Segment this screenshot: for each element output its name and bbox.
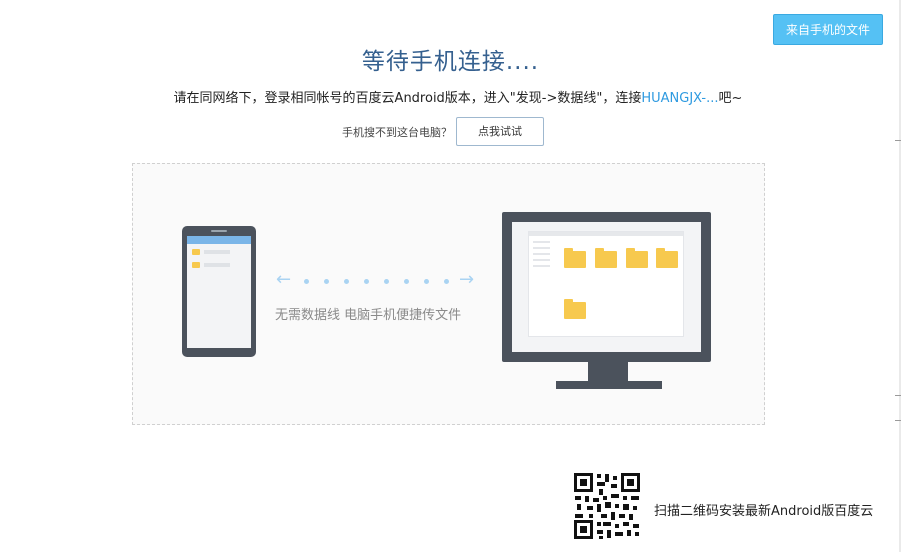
device-name-link[interactable]: HUANGJX-...: [641, 91, 718, 106]
help-question: 手机搜不到这台电脑？: [342, 125, 452, 139]
edge-tick: [895, 420, 901, 421]
monitor-base: [556, 381, 662, 389]
illustration-caption: 无需数据线 电脑手机便捷传文件: [275, 308, 462, 323]
folder-icon: [192, 249, 200, 255]
file-line: [204, 250, 230, 254]
connection-instructions: 请在同网络下，登录相同帐号的百度云Android版本，进入"发现->数据线"，连…: [0, 87, 901, 106]
sidebar-line: [533, 241, 550, 243]
dot: [404, 279, 409, 284]
monitor-screen: [512, 222, 701, 352]
sidebar-line: [533, 253, 550, 255]
folder-icon: [626, 248, 648, 268]
dot: [304, 279, 309, 284]
folder-icon: [595, 248, 617, 268]
dot: [324, 279, 329, 284]
dot: [344, 279, 349, 284]
sidebar-line: [533, 247, 550, 249]
dot: [424, 279, 429, 284]
page-title: 等待手机连接....: [361, 49, 540, 75]
illustration-panel: ← → 无需数据线 电脑手机便捷传文件: [132, 163, 765, 425]
edge-tick: [895, 140, 901, 141]
monitor-neck: [588, 362, 628, 381]
try-me-button[interactable]: 点我试试: [456, 117, 544, 146]
folder-icon: [192, 262, 200, 268]
phone-speaker: [211, 230, 227, 232]
qr-code: [573, 472, 641, 540]
arrow-right-icon: →: [459, 269, 475, 290]
monitor-illustration: [502, 212, 711, 362]
sidebar-line: [533, 259, 550, 261]
file-window: [528, 231, 684, 337]
transfer-arrows: ← →: [276, 270, 476, 290]
dot: [364, 279, 369, 284]
instruction-prefix: 请在同网络下，登录相同帐号的百度云Android版本，进入"发现->数据线"，连…: [173, 91, 642, 106]
sidebar-line: [533, 265, 550, 267]
help-row: 手机搜不到这台电脑？ 点我试试: [342, 117, 544, 146]
dot: [384, 279, 389, 284]
folder-icon: [656, 248, 678, 268]
phone-illustration: [182, 226, 256, 357]
phone-screen: [187, 236, 251, 348]
edge-tick: [895, 395, 901, 396]
window-titlebar: [529, 232, 683, 236]
folder-icon: [564, 248, 586, 268]
instruction-suffix: 吧~: [718, 91, 743, 106]
arrow-left-icon: ←: [276, 269, 292, 290]
dot: [444, 279, 449, 284]
file-line: [204, 263, 230, 267]
phone-app-header: [187, 236, 251, 244]
qr-caption: 扫描二维码安装最新Android版百度云: [654, 504, 874, 519]
files-from-phone-button[interactable]: 来自手机的文件: [773, 14, 883, 45]
folder-icon: [564, 299, 586, 319]
